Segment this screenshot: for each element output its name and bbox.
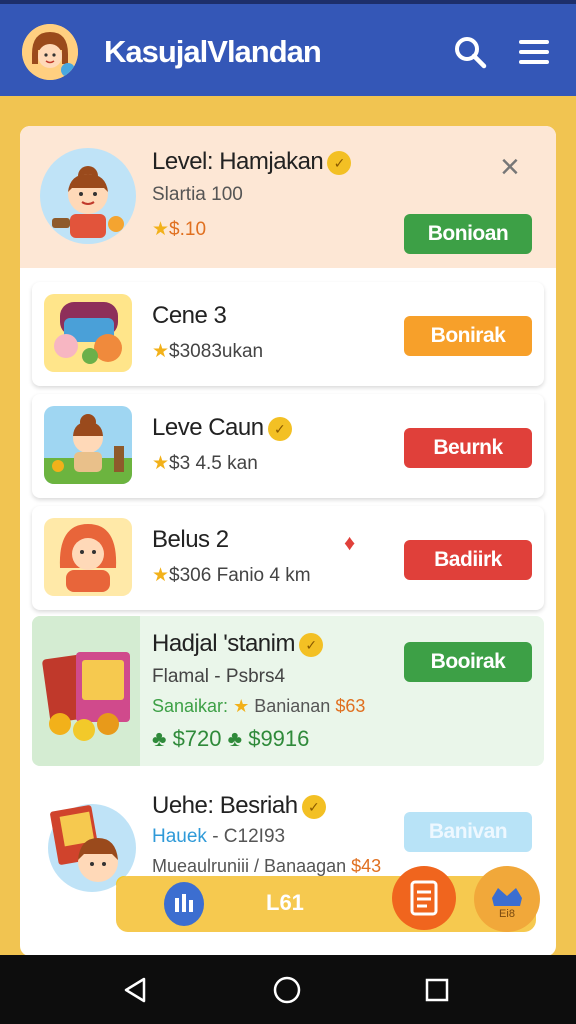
tree-icon: ♣: [227, 726, 243, 751]
level-card-title: Uehe: Besriah ✓: [152, 792, 326, 820]
list-button[interactable]: [392, 866, 456, 930]
recents-icon[interactable]: [422, 975, 452, 1005]
featured-title: Hadjal 'stanim ✓: [152, 630, 323, 658]
level-list-panel: Level: Hamjakan ✓ Slartia 100 ★$.10 × Bon…: [20, 126, 556, 956]
level-card[interactable]: Belus 2 ♦ ★$306 Fanio 4 km Badiirk: [32, 506, 544, 610]
clipboard-icon: [410, 880, 438, 916]
bottom-action-bar: L61: [116, 876, 536, 932]
level-card-button[interactable]: Beurnk: [404, 428, 532, 468]
current-level-subtitle: Slartia 100: [152, 184, 243, 205]
system-nav-bar: [0, 955, 576, 1024]
featured-level-card[interactable]: Hadjal 'stanim ✓ Flamal - Psbrs4 Sanaikar…: [32, 616, 544, 766]
bar-chart-icon: [175, 894, 193, 912]
featured-thumb-bg: [32, 616, 140, 766]
chef-character-image: [40, 148, 136, 244]
verified-badge-icon: ✓: [301, 794, 326, 819]
level-card-button[interactable]: Badiirk: [404, 540, 532, 580]
level-card-title: Cene 3: [152, 302, 227, 329]
level-card-subtitle: Hauek - C12I93: [152, 826, 286, 847]
menu-icon[interactable]: [516, 34, 552, 70]
stats-button[interactable]: [164, 882, 204, 926]
app-logo: [22, 24, 78, 80]
home-icon[interactable]: [272, 975, 302, 1005]
current-level-button[interactable]: Bonioan: [404, 214, 532, 254]
hooded-character-image: [44, 518, 132, 596]
crown-icon: [492, 888, 522, 906]
tree-icon: ♣: [152, 726, 167, 751]
farm-animals-image: [44, 294, 132, 372]
crown-button[interactable]: Ei8: [474, 866, 540, 932]
star-icon: ★: [152, 565, 170, 586]
app-title: KasujalVlandan: [104, 34, 322, 69]
verified-badge-icon: ✓: [327, 150, 352, 175]
featured-prices: ♣ $720 ♣ $9916: [152, 726, 310, 751]
level-card-button[interactable]: Banivan: [404, 812, 532, 852]
close-icon[interactable]: ×: [500, 150, 520, 184]
level-card-title: Belus 2: [152, 526, 229, 553]
level-card-price: ★$3 4.5 kan: [152, 453, 258, 474]
chef-garden-image: [44, 406, 132, 484]
current-level-title: Level: Hamjakan ✓: [152, 148, 352, 176]
level-card[interactable]: Leve Caun ✓ ★$3 4.5 kan Beurnk: [32, 394, 544, 498]
verified-badge-icon: ✓: [298, 632, 323, 657]
current-level-card[interactable]: Level: Hamjakan ✓ Slartia 100 ★$.10 × Bon…: [20, 126, 556, 268]
drop-icon: ♦: [344, 530, 356, 555]
featured-line1: Flamal - Psbrs4: [152, 666, 286, 687]
girl-avatar-icon: [22, 24, 78, 80]
level-card-price: ★$3083ukan: [152, 341, 264, 362]
level-card[interactable]: Cene 3 ★$3083ukan Bonirak: [32, 282, 544, 386]
level-card-meta: Mueaulruniii / Banaagan $43: [152, 856, 382, 876]
featured-button[interactable]: Booirak: [404, 642, 532, 682]
bottom-bar-label: L61: [266, 890, 304, 915]
star-icon: ★: [152, 453, 170, 474]
back-icon[interactable]: [120, 975, 150, 1005]
star-icon: ★: [152, 341, 170, 362]
level-card-price: ★$306 Fanio 4 km: [152, 565, 311, 586]
featured-line2: Sanaikar: ★ Banianan $63: [152, 696, 366, 716]
level-card-title: Leve Caun ✓: [152, 414, 292, 442]
star-icon: ★: [152, 219, 170, 240]
verified-badge-icon: ✓: [267, 416, 292, 441]
app-bar: KasujalVlandan: [0, 0, 576, 96]
current-level-price: ★$.10: [152, 219, 207, 240]
search-icon[interactable]: [452, 34, 488, 70]
treasure-book-image: [42, 652, 130, 741]
level-card-button[interactable]: Bonirak: [404, 316, 532, 356]
crown-badge-label: Ei8: [499, 908, 515, 920]
star-icon: ★: [233, 696, 250, 716]
